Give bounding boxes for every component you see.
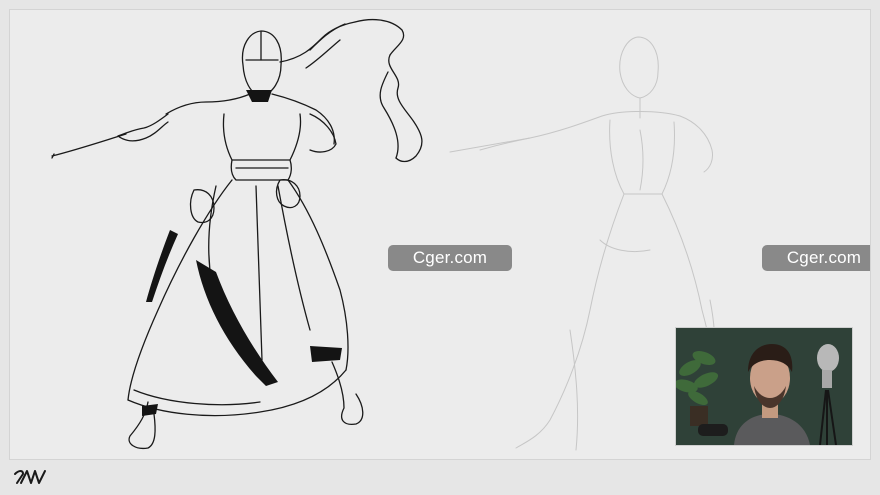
watermark-label: Cger.com: [388, 245, 512, 271]
ink-shadows: [142, 90, 342, 416]
inked-warrior-figure: [51, 18, 423, 450]
webcam-feed-icon: [676, 328, 852, 445]
watermark-label: Cger.com: [762, 245, 870, 271]
artist-signature-logo-icon: [14, 470, 46, 484]
webcam-overlay: [675, 327, 853, 446]
